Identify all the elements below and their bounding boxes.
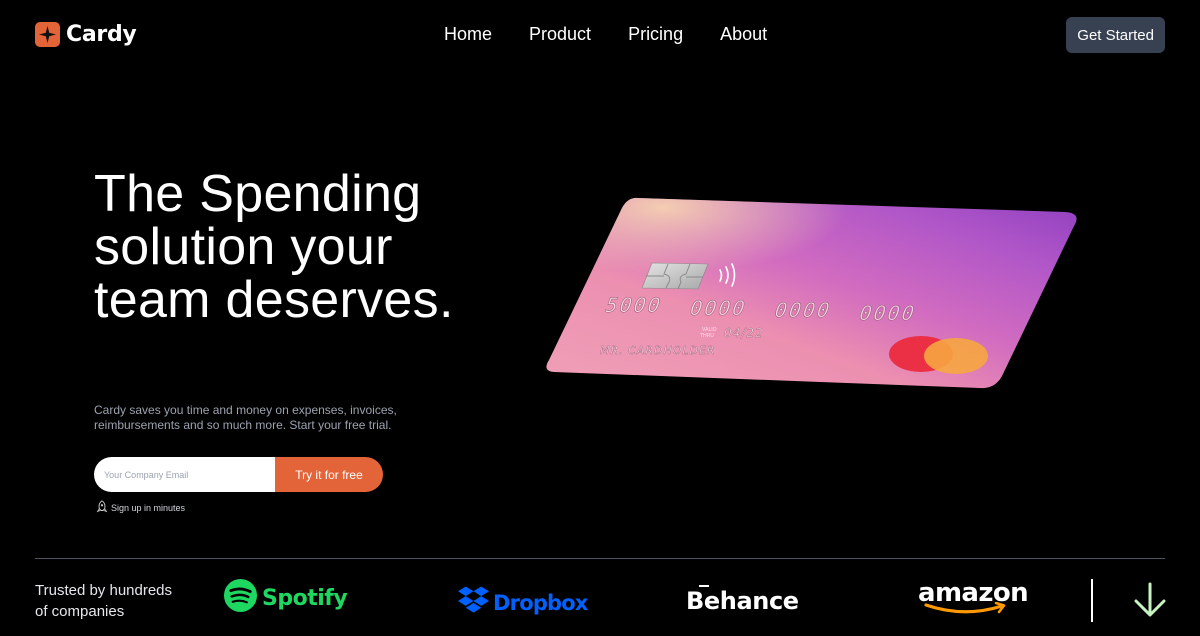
- card-number-group-1: 5000: [604, 293, 663, 317]
- behance-logo: Behance: [686, 585, 799, 615]
- spotify-logo: Spotify: [223, 578, 348, 618]
- hero-title: The Spending solution your team deserves…: [94, 165, 454, 329]
- company-email-input[interactable]: [94, 457, 275, 492]
- dropbox-icon: [458, 586, 489, 619]
- nav-links: Home Product Pricing About: [444, 24, 767, 45]
- nav-link-pricing[interactable]: Pricing: [628, 24, 683, 45]
- valid-label-2: THRU: [699, 333, 714, 339]
- try-free-button[interactable]: Try it for free: [275, 457, 383, 492]
- signup-form: Try it for free: [94, 457, 383, 492]
- nav-link-product[interactable]: Product: [529, 24, 591, 45]
- behance-accent-mark: [699, 585, 709, 587]
- section-divider: [35, 558, 1165, 559]
- nav-link-about[interactable]: About: [720, 24, 767, 45]
- get-started-button[interactable]: Get Started: [1066, 17, 1165, 53]
- behance-wordmark: Behance: [686, 587, 799, 615]
- chip-icon: [641, 262, 709, 290]
- dropbox-wordmark: Dropbox: [493, 590, 588, 615]
- trusted-text: Trusted by hundreds of companies: [35, 582, 173, 620]
- card-expiry: 04/22: [724, 326, 764, 340]
- hero-subtitle: Cardy saves you time and money on expens…: [94, 403, 397, 432]
- logo[interactable]: Cardy: [35, 22, 137, 47]
- card-number-group-3: 0000: [773, 298, 832, 322]
- top-nav: Cardy Home Product Pricing About Get Sta…: [0, 0, 1200, 70]
- vertical-separator: [1091, 579, 1093, 622]
- card-holder: MR. CARDHOLDER: [600, 344, 716, 357]
- amazon-smile-icon: [924, 601, 1012, 621]
- mastercard-icon: [889, 336, 988, 374]
- nav-link-home[interactable]: Home: [444, 24, 492, 45]
- sparkle-icon: [35, 22, 60, 47]
- card-number-group-2: 0000: [689, 296, 748, 320]
- signup-note: Sign up in minutes: [95, 500, 185, 516]
- amazon-logo: amazon: [918, 578, 1029, 621]
- rocket-icon: [95, 500, 109, 516]
- signup-note-text: Sign up in minutes: [111, 503, 186, 513]
- arrow-down-icon[interactable]: [1133, 582, 1167, 623]
- card-number-group-4: 0000: [858, 301, 917, 325]
- dropbox-logo: Dropbox: [458, 586, 588, 619]
- logo-text: Cardy: [66, 22, 137, 47]
- credit-card-illustration: 5000 0000 0000 0000 VALID THRU 04/22 MR.…: [540, 190, 1085, 395]
- spotify-wordmark: Spotify: [262, 585, 348, 611]
- spotify-icon: [223, 578, 258, 618]
